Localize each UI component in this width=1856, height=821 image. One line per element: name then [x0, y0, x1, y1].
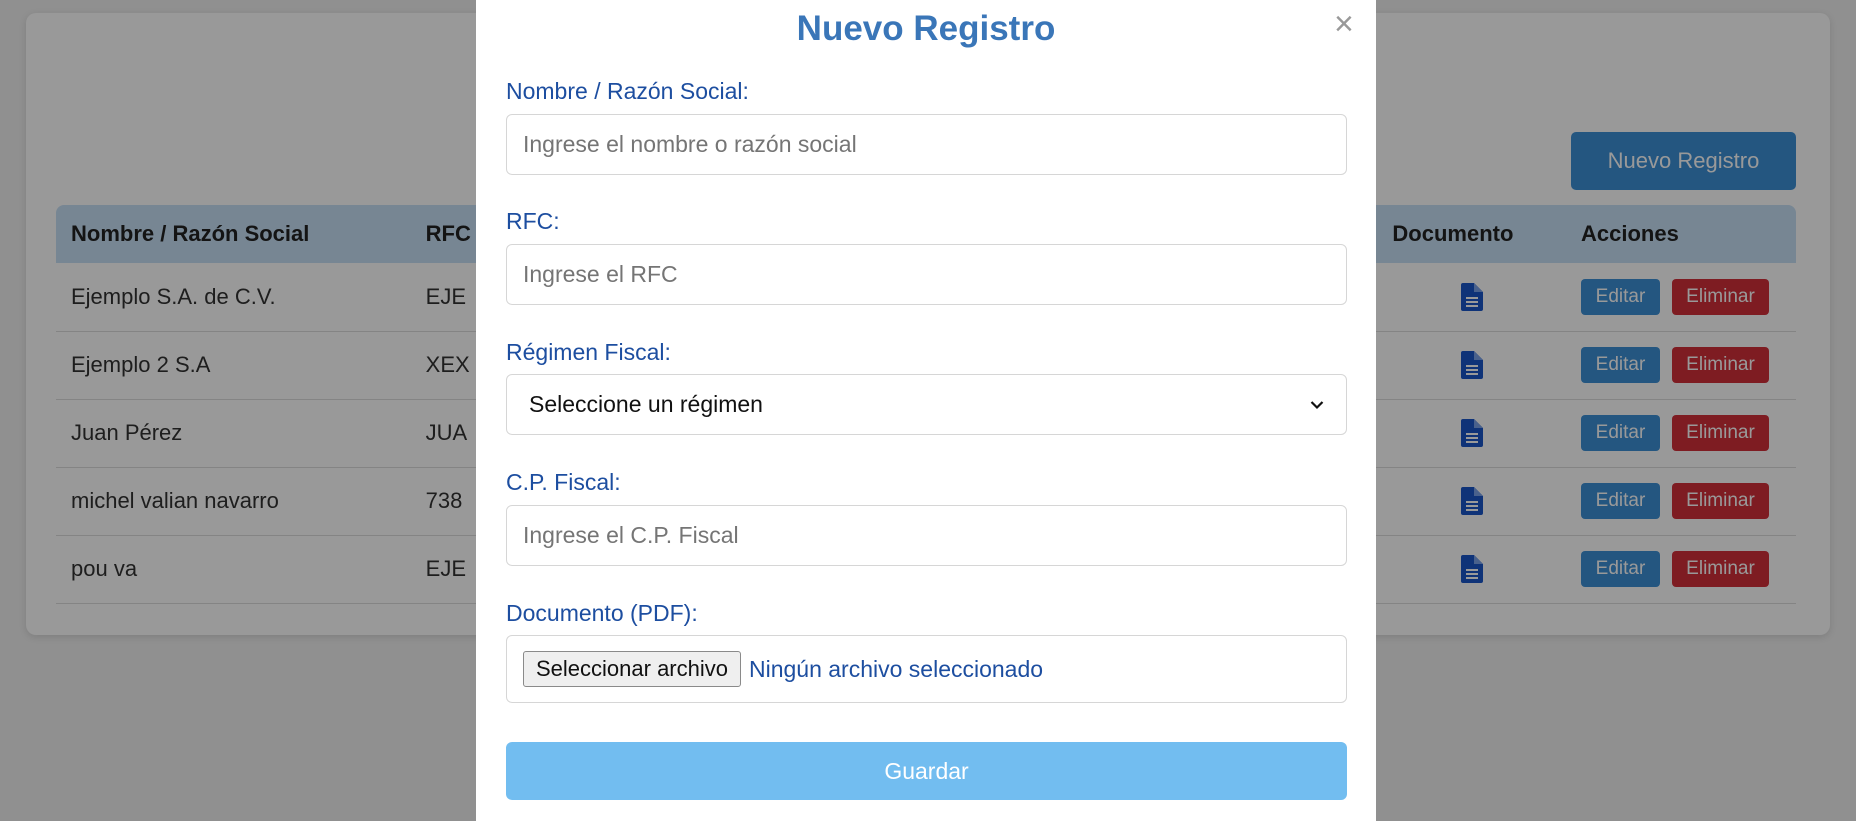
file-status-text: Ningún archivo seleccionado — [748, 655, 1044, 682]
select-file-button[interactable]: Seleccionar archivo — [523, 651, 741, 687]
new-record-modal: Nuevo Registro × Nombre / Razón Social: … — [476, 0, 1376, 821]
nombre-input[interactable] — [506, 114, 1347, 175]
documento-file-input: Seleccionar archivo Ningún archivo selec… — [506, 635, 1347, 703]
modal-title: Nuevo Registro — [796, 9, 1056, 48]
save-button[interactable]: Guardar — [506, 742, 1347, 800]
close-icon[interactable]: × — [1334, 4, 1354, 44]
regimen-label: Régimen Fiscal: — [506, 339, 671, 365]
rfc-input[interactable] — [506, 244, 1347, 305]
cp-input[interactable] — [506, 505, 1347, 566]
chevron-down-icon — [1310, 400, 1324, 409]
regimen-select[interactable]: Seleccione un régimen — [506, 374, 1347, 435]
rfc-label: RFC: — [506, 208, 560, 234]
documento-label: Documento (PDF): — [506, 600, 698, 626]
regimen-selected-value: Seleccione un régimen — [529, 391, 763, 417]
cp-label: C.P. Fiscal: — [506, 469, 621, 495]
nombre-label: Nombre / Razón Social: — [506, 78, 749, 104]
